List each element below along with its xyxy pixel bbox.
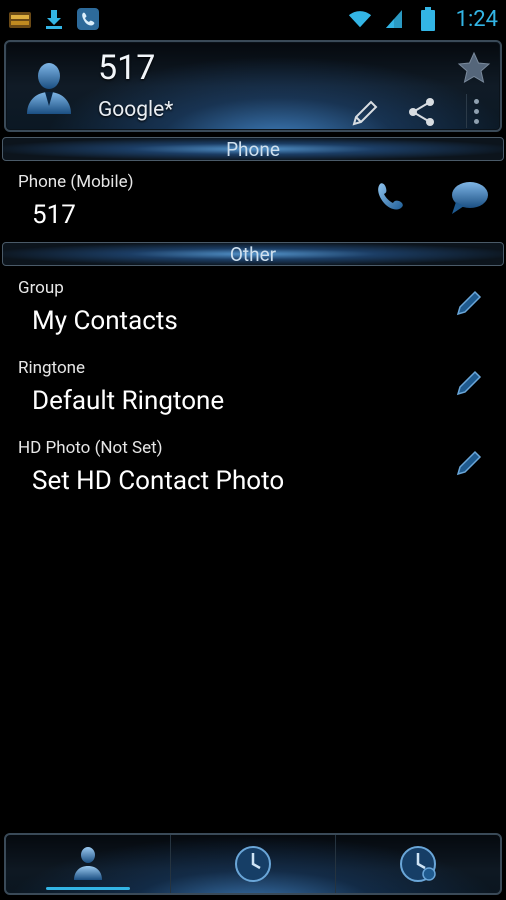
section-header-phone: Phone [2, 137, 504, 161]
pencil-icon [456, 370, 482, 396]
tab-contacts[interactable] [6, 835, 170, 893]
share-contact-button[interactable] [406, 96, 438, 128]
tab-groups[interactable] [335, 835, 500, 893]
phone-entry-row[interactable]: Phone (Mobile) 517 [0, 168, 506, 238]
chat-bubble-icon [452, 182, 488, 214]
section-header-other: Other [2, 242, 504, 266]
wifi-icon [348, 7, 372, 31]
hd-photo-row[interactable]: HD Photo (Not Set) Set HD Contact Photo [0, 436, 506, 506]
call-button[interactable] [372, 180, 408, 216]
contact-avatar[interactable] [16, 56, 82, 122]
overflow-dot [474, 118, 479, 124]
phone-number: 517 [32, 200, 76, 230]
battery-icon [416, 7, 440, 31]
send-message-button[interactable] [448, 180, 490, 216]
status-bar: 1:24 [0, 0, 506, 38]
overflow-dot [474, 108, 479, 114]
group-label: Group [18, 278, 64, 298]
notification-app-icon [8, 7, 32, 31]
phone-type-label: Phone (Mobile) [18, 172, 134, 192]
tab-recent[interactable] [170, 835, 335, 893]
contact-name: 517 [98, 48, 156, 88]
status-clock: 1:24 [455, 6, 498, 32]
edit-group-button[interactable] [454, 288, 484, 318]
overflow-menu-button[interactable] [466, 94, 486, 128]
ringtone-row[interactable]: Ringtone Default Ringtone [0, 356, 506, 426]
contact-account: Google* [98, 98, 174, 122]
ringtone-label: Ringtone [18, 358, 86, 378]
hd-photo-value: Set HD Contact Photo [32, 466, 285, 496]
group-value: My Contacts [32, 306, 178, 336]
clock-group-icon [400, 846, 436, 882]
contact-header: 517 Google* [4, 40, 502, 132]
bottom-tab-bar [4, 833, 502, 895]
pencil-icon [456, 450, 482, 476]
selected-tab-indicator [46, 887, 130, 890]
share-icon [409, 98, 434, 126]
star-icon [457, 51, 491, 84]
avatar-placeholder-icon [27, 63, 71, 114]
signal-icon [382, 7, 406, 31]
hd-photo-label: HD Photo (Not Set) [18, 438, 163, 458]
edit-hd-photo-button[interactable] [454, 448, 484, 478]
edit-contact-button[interactable] [350, 98, 380, 128]
favorite-star-button[interactable] [456, 50, 492, 86]
status-notifications [8, 7, 100, 31]
contacts-icon [74, 847, 102, 880]
download-icon [42, 7, 66, 31]
pencil-icon [352, 100, 378, 126]
pencil-icon [456, 290, 482, 316]
phone-app-icon [76, 7, 100, 31]
phone-icon [378, 183, 403, 210]
ringtone-value: Default Ringtone [32, 386, 225, 416]
group-row[interactable]: Group My Contacts [0, 276, 506, 346]
edit-ringtone-button[interactable] [454, 368, 484, 398]
overflow-dot [474, 98, 479, 104]
clock-icon [235, 846, 271, 882]
